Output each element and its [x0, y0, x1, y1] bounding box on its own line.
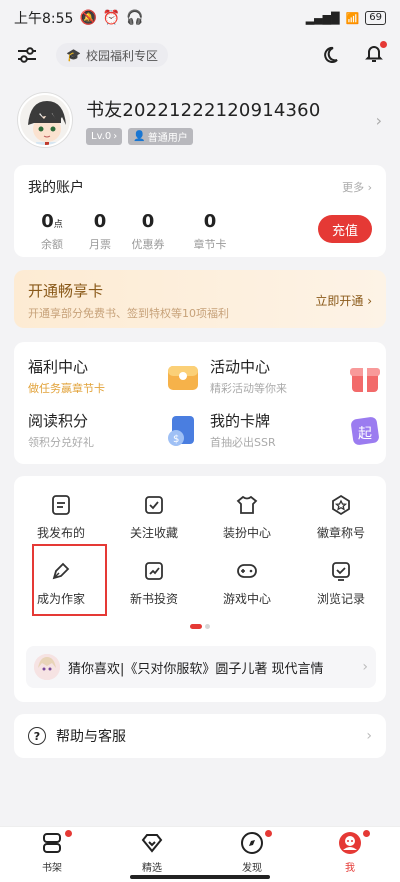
tools-card: 我发布的 关注收藏 装扮中心 徽章称号 成为作家 新书投资 游戏中心 浏览记录 … [14, 476, 386, 702]
me-icon [339, 832, 361, 854]
vip-open-button[interactable]: 立即开通 › [315, 292, 372, 309]
alarm-icon: ⏰ [102, 10, 121, 26]
account-card: 我的账户 更多 › 0点 余额 0 月票 0 优惠券 0 章节卡 充值 [14, 165, 386, 257]
bottom-tab-bar: 书架 精选 发现 我 [0, 826, 400, 882]
top-bar: 🎓 校园福利专区 [0, 36, 400, 74]
badge-icon [332, 494, 350, 516]
recharge-button[interactable]: 充值 [318, 215, 372, 243]
feature-grid: 福利中心 做任务赢章节卡 活动中心 精彩活动等你来 阅读积分 领积分兑好礼 $ … [14, 342, 386, 464]
level-label: Lv.0 [91, 130, 112, 142]
level-badge[interactable]: Lv.0 › [86, 127, 123, 145]
discover-dot [265, 830, 272, 837]
username: 书友20221222120914360 [86, 99, 321, 121]
feature-welfare-center[interactable]: 福利中心 做任务赢章节卡 [28, 356, 200, 406]
chapter-card-stat[interactable]: 0 章节卡 [186, 211, 234, 252]
status-bar: 上午8:55 🔕 ⏰ 🎧 ▂▄▆█ 📶 69 [0, 0, 400, 36]
publish-icon [52, 495, 70, 515]
home-indicator [130, 875, 270, 879]
chevron-right-icon: › [375, 110, 382, 130]
vip-card[interactable]: 开通畅享卡 开通享部分免费书、签到特权等10项福利 立即开通 › [14, 270, 386, 328]
gamepad-icon [237, 564, 257, 578]
balance-stat[interactable]: 0点 余额 [28, 211, 76, 252]
user-icon: 👤 [133, 130, 146, 142]
bookshelf-icon [43, 833, 61, 853]
monthly-ticket-stat[interactable]: 0 月票 [76, 211, 124, 252]
coupon-stat[interactable]: 0 优惠券 [124, 211, 172, 252]
bookshelf-dot [65, 830, 72, 837]
tool-browse-history[interactable]: 浏览记录 [296, 556, 386, 616]
recommend-text: 猜你喜欢|《只对你服软》圆子儿著 现代言情 [68, 661, 324, 677]
gift-icon [350, 368, 380, 392]
compass-icon [241, 832, 263, 854]
tool-game-center[interactable]: 游戏中心 [202, 556, 292, 616]
diamond-icon [141, 834, 163, 853]
recommend-avatar [34, 654, 60, 680]
question-icon: ? [28, 727, 46, 745]
notification-button[interactable] [364, 41, 387, 67]
headset-icon: 🎧 [126, 10, 144, 26]
account-more-link[interactable]: 更多 › [342, 179, 372, 195]
svg-text:起: 起 [358, 426, 372, 442]
wallet-icon [168, 366, 198, 390]
invest-icon [145, 562, 163, 580]
help-service-row[interactable]: ? 帮助与客服 › [14, 714, 386, 758]
feature-activity-center[interactable]: 活动中心 精彩活动等你来 [210, 356, 382, 406]
recommendation-bar[interactable]: 猜你喜欢|《只对你服软》圆子儿著 现代言情 › [26, 646, 376, 688]
help-label: 帮助与客服 [56, 729, 126, 745]
feature-reading-points[interactable]: 阅读积分 领积分兑好礼 $ [28, 410, 200, 460]
favorite-icon [145, 496, 163, 514]
avatar[interactable] [18, 93, 72, 147]
signal-icon: ▂▄▆█ [305, 11, 340, 25]
campus-welfare-chip[interactable]: 🎓 校园福利专区 [56, 43, 168, 67]
notification-dot [380, 41, 387, 48]
battery-icon: 69 [365, 11, 386, 25]
me-dot [363, 830, 370, 837]
account-title: 我的账户 [28, 180, 84, 196]
campus-welfare-label: 校园福利专区 [85, 48, 158, 63]
user-type-label: 普通用户 [147, 132, 188, 144]
page-indicator [190, 624, 210, 629]
tool-dress-center[interactable]: 装扮中心 [202, 490, 292, 550]
tool-favorites[interactable]: 关注收藏 [109, 490, 199, 550]
tab-discover[interactable]: 发现 [222, 830, 282, 874]
chevron-right-icon: › [113, 130, 118, 142]
night-mode-icon[interactable] [320, 45, 340, 65]
tool-my-published[interactable]: 我发布的 [16, 490, 106, 550]
tab-featured[interactable]: 精选 [122, 831, 182, 874]
graduation-cap-icon: 🎓 [66, 48, 81, 62]
status-time: 上午8:55 [14, 11, 74, 27]
tool-new-book-invest[interactable]: 新书投资 [109, 556, 199, 616]
mute-icon: 🔕 [79, 10, 97, 26]
history-icon [332, 562, 350, 581]
tab-bookshelf[interactable]: 书架 [22, 830, 82, 874]
tool-badges[interactable]: 徽章称号 [296, 490, 386, 550]
wifi-icon: 📶 [345, 11, 360, 25]
card-icon: 起 [351, 417, 379, 445]
feature-my-cards[interactable]: 我的卡牌 首抽必出SSR 起 [210, 410, 382, 460]
chevron-right-icon: › [366, 728, 372, 744]
dress-icon [236, 495, 258, 514]
user-type-badge: 👤 普通用户 [128, 127, 193, 145]
settings-sliders-icon[interactable] [16, 45, 38, 65]
tab-me[interactable]: 我 [320, 830, 380, 874]
points-icon: $ [168, 416, 194, 446]
chevron-right-icon: › [362, 659, 368, 675]
profile-header[interactable]: 书友20221222120914360 Lv.0 › 👤 普通用户 › [0, 86, 400, 154]
highlight-box [32, 544, 107, 616]
svg-text:$: $ [173, 434, 179, 445]
